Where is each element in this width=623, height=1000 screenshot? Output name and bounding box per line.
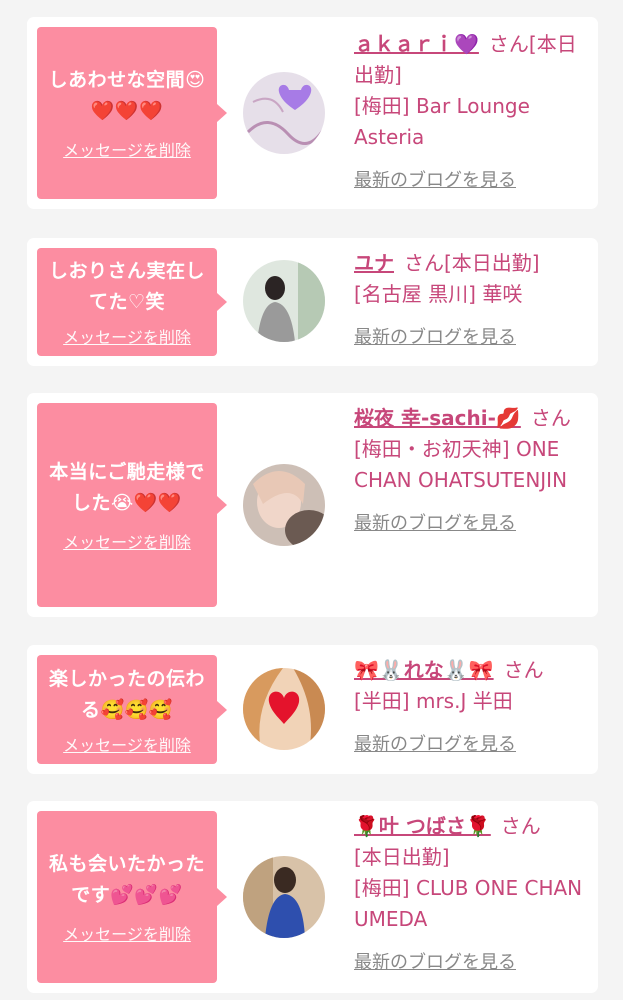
message-bubble: 本当にご馳走様でした😭❤️❤️ メッセージを削除 (37, 403, 227, 607)
message-text: しおりさん実在してた♡笑 (48, 260, 205, 313)
cast-info: 🎀🐰れな🐰🎀 さん [半田] mrs.J 半田 最新のブログを見る (354, 655, 586, 760)
avatar[interactable] (243, 464, 325, 546)
honorific: さん (530, 406, 571, 430)
message-bubble: しおりさん実在してた♡笑 メッセージを削除 (37, 248, 227, 356)
avatar[interactable] (243, 856, 325, 938)
shop-name: [梅田・お初天神] ONE CHAN OHATSUTENJIN (354, 437, 568, 492)
cast-name-link[interactable]: 桜夜 幸-sachi-💋 (354, 406, 521, 430)
cast-info: ユナ さん[本日出勤] [名古屋 黒川] 華咲 最新のブログを見る (354, 248, 586, 353)
message-text: 本当にご馳走様でした😭❤️❤️ (49, 461, 205, 514)
shop-name: [名古屋 黒川] 華咲 (354, 282, 523, 306)
message-text: しあわせな空間😍❤️❤️❤️ (48, 69, 206, 122)
cast-name-link[interactable]: 🎀🐰れな🐰🎀 (354, 658, 494, 682)
cast-name-link[interactable]: ユナ (354, 251, 394, 275)
delete-message-link[interactable]: メッセージを削除 (63, 324, 191, 348)
cast-info: 🌹叶 つばさ🌹 さん [本日出勤] [梅田] CLUB ONE CHAN UMED… (354, 811, 586, 978)
delete-message-link[interactable]: メッセージを削除 (63, 529, 191, 553)
message-card: 私も会いたかったです💕💕💕 メッセージを削除 🌹叶 つばさ🌹 さん [本日出勤] … (27, 801, 598, 993)
status-text: [本日出勤] (354, 845, 450, 869)
message-card: 楽しかったの伝わる🥰🥰🥰 メッセージを削除 🎀🐰れな🐰🎀 さん [半田] mrs.… (27, 645, 598, 774)
shop-name: [梅田] CLUB ONE CHAN UMEDA (354, 876, 583, 931)
cast-name-link[interactable]: ａｋａｒｉ💜 (354, 32, 479, 56)
honorific: さん (488, 32, 529, 56)
avatar[interactable] (243, 260, 325, 342)
message-card: 本当にご馳走様でした😭❤️❤️ メッセージを削除 桜夜 幸-sachi-💋 さん … (27, 393, 598, 617)
latest-blog-link[interactable]: 最新のブログを見る (354, 322, 516, 353)
message-card: しおりさん実在してた♡笑 メッセージを削除 ユナ さん[本日出勤] [名古屋 黒川… (27, 238, 598, 366)
delete-message-link[interactable]: メッセージを削除 (63, 137, 191, 161)
shop-name: [梅田] Bar Lounge Asteria (354, 94, 530, 149)
latest-blog-link[interactable]: 最新のブログを見る (354, 165, 516, 196)
status-text: [本日出勤] (444, 251, 540, 275)
latest-blog-link[interactable]: 最新のブログを見る (354, 947, 516, 978)
message-bubble: 楽しかったの伝わる🥰🥰🥰 メッセージを削除 (37, 655, 227, 764)
avatar[interactable] (243, 668, 325, 750)
latest-blog-link[interactable]: 最新のブログを見る (354, 729, 516, 760)
message-bubble: 私も会いたかったです💕💕💕 メッセージを削除 (37, 811, 227, 983)
cast-name-link[interactable]: 🌹叶 つばさ🌹 (354, 814, 491, 838)
cast-info: 桜夜 幸-sachi-💋 さん [梅田・お初天神] ONE CHAN OHATSU… (354, 403, 586, 539)
message-bubble: しあわせな空間😍❤️❤️❤️ メッセージを削除 (37, 27, 227, 199)
avatar[interactable] (243, 72, 325, 154)
message-card: しあわせな空間😍❤️❤️❤️ メッセージを削除 ａｋａｒｉ💜 さん[本日出勤] [… (27, 17, 598, 209)
cast-info: ａｋａｒｉ💜 さん[本日出勤] [梅田] Bar Lounge Asteria 最… (354, 29, 586, 196)
shop-name: [半田] mrs.J 半田 (354, 689, 513, 713)
honorific: さん (500, 814, 541, 838)
latest-blog-link[interactable]: 最新のブログを見る (354, 508, 516, 539)
delete-message-link[interactable]: メッセージを削除 (63, 732, 191, 756)
message-text: 私も会いたかったです💕💕💕 (48, 853, 205, 906)
honorific: さん (503, 658, 544, 682)
delete-message-link[interactable]: メッセージを削除 (63, 921, 191, 945)
honorific: さん (404, 251, 444, 275)
message-text: 楽しかったの伝わる🥰🥰🥰 (48, 667, 205, 721)
